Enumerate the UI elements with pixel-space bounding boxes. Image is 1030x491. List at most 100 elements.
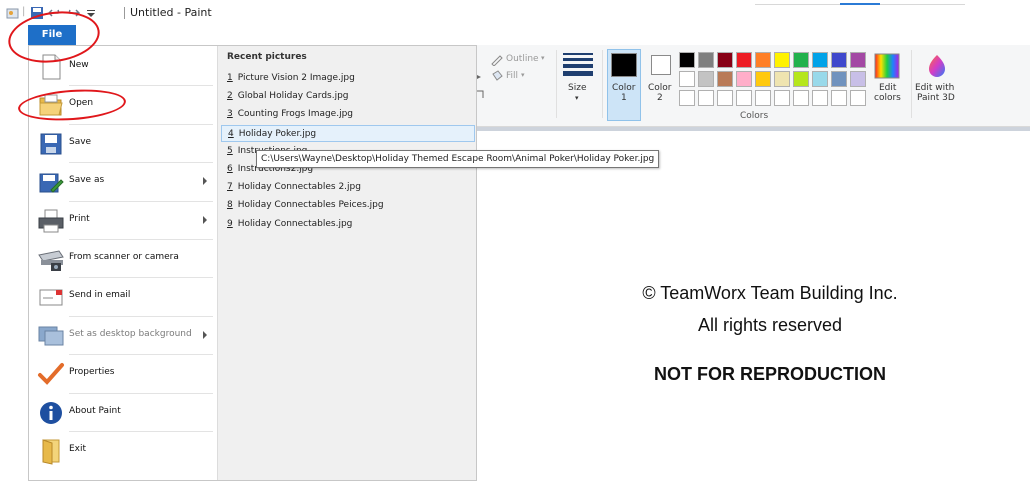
palette-swatch[interactable] [698,71,714,87]
menu-separator [69,431,213,432]
color2-number: 2 [657,93,663,103]
color1-swatch [611,53,637,77]
paint3d-label-2: Paint 3D [917,93,955,103]
size-icon[interactable] [563,53,593,77]
palette-swatch[interactable] [774,52,790,68]
palette-swatch[interactable] [850,71,866,87]
palette-swatch[interactable] [717,52,733,68]
recent-item[interactable]: 4 Holiday Poker.jpg [221,124,475,142]
paint3d-icon[interactable] [925,53,949,79]
palette-swatch[interactable] [850,52,866,68]
ribbon-separator [556,50,557,118]
palette-swatch[interactable] [755,52,771,68]
palette-swatch[interactable] [755,71,771,87]
palette-swatch[interactable] [717,90,733,106]
palette-swatch[interactable] [736,90,752,106]
recent-item-name: Holiday Connectables Peices.jpg [237,200,384,211]
menu-item-about-paint[interactable]: About Paint [29,394,217,432]
palette-swatch[interactable] [698,90,714,106]
recent-item-name: Picture Vision 2 Image.jpg [237,73,355,83]
fill-icon[interactable] [490,70,504,82]
palette-swatch[interactable] [831,52,847,68]
palette-swatch[interactable] [755,90,771,106]
recent-item-name: Holiday Connectables 2.jpg [237,182,361,193]
palette-swatch[interactable] [679,52,695,68]
palette-swatch[interactable] [831,71,847,87]
size-button[interactable]: Size [568,83,586,93]
menu-item-properties[interactable]: Properties [29,355,217,393]
menu-item-send-in-email[interactable]: Send in email [29,278,217,316]
recent-item[interactable]: 2 Global Holiday Cards.jpg [221,88,475,105]
recent-item-number: 6 [227,164,233,174]
paint3d-label-1: Edit with [915,83,955,93]
size-dropdown-arrow: ▾ [575,94,579,102]
menu-separator [69,315,213,317]
recent-item[interactable]: 9 Holiday Connectables.jpg [221,216,475,233]
recent-item-number: 5 [227,145,233,156]
paint-app-icon [6,8,19,19]
ribbon-bottom-bar [476,127,1030,131]
palette-swatch[interactable] [793,52,809,68]
recent-item[interactable]: 7 Holiday Connectables 2.jpg [221,179,475,196]
ribbon-separator [602,50,603,118]
menu-item-label: New [69,60,89,70]
recent-pictures-title: Recent pictures [227,52,307,62]
fill-button[interactable]: Fill [506,71,518,81]
recent-item[interactable]: 8 Holiday Connectables Peices.jpg [221,197,475,214]
palette-swatch[interactable] [679,71,695,87]
menu-separator [69,277,213,279]
palette-swatch[interactable] [812,71,828,87]
desktop-icon [37,322,65,350]
recent-item-number: 2 [227,91,233,102]
menu-item-label: Set as desktop background [69,328,192,339]
recent-item-number: 3 [227,109,233,120]
palette-swatch[interactable] [736,52,752,68]
palette-swatch[interactable] [774,71,790,87]
menu-separator [69,354,213,356]
palette-swatch[interactable] [698,52,714,68]
palette-swatch[interactable] [793,71,809,87]
menu-item-save[interactable]: Save [29,125,217,163]
colors-group-label: Colors [740,111,769,121]
menu-separator [69,239,213,240]
menu-item-exit[interactable]: Exit [29,432,217,470]
recent-item-number: 4 [228,128,234,139]
menu-item-label: From scanner or camera [69,252,179,262]
menu-separator [69,200,213,202]
menu-item-from-scanner-or-camera[interactable]: From scanner or camera [29,240,217,278]
recent-item[interactable]: 1 Picture Vision 2 Image.jpg [221,70,475,87]
menu-item-print[interactable]: Print [29,202,217,240]
menu-separator [69,85,213,87]
menu-separator [69,162,213,164]
palette-swatch[interactable] [679,90,695,106]
edit-colors-icon[interactable] [874,53,900,79]
outline-button[interactable]: Outline [506,54,539,64]
menu-item-label: Print [69,213,90,224]
palette-swatch[interactable] [850,90,866,106]
title-bar: | Untitled - Paint [0,0,1030,26]
menu-separator [69,123,213,125]
qa-separator: | [22,6,26,17]
palette-swatch[interactable] [831,90,847,106]
submenu-arrow-icon [203,177,207,186]
color2-swatch[interactable] [651,55,671,75]
palette-swatch[interactable] [774,90,790,106]
palette-swatch[interactable] [736,71,752,87]
menu-item-save-as[interactable]: Save as [29,163,217,201]
menu-item-label: Properties [69,367,115,378]
palette-swatch[interactable] [812,90,828,106]
palette-swatch[interactable] [793,90,809,106]
email-icon [37,283,65,311]
recent-item-number: 8 [227,200,233,211]
palette-swatch[interactable] [717,71,733,87]
not-for-reproduction-line: NOT FOR REPRODUCTION [654,364,886,384]
recent-item-name: Global Holiday Cards.jpg [237,91,349,102]
edit-colors-label-1: Edit [879,83,897,93]
outline-icon[interactable] [490,54,504,66]
window-title: Untitled - Paint [130,6,212,19]
rights-line: All rights reserved [697,315,843,335]
recent-item[interactable]: 3 Counting Frogs Image.jpg [221,106,475,123]
info-icon [37,399,65,427]
menu-item-label: Exit [69,444,87,454]
palette-swatch[interactable] [812,52,828,68]
